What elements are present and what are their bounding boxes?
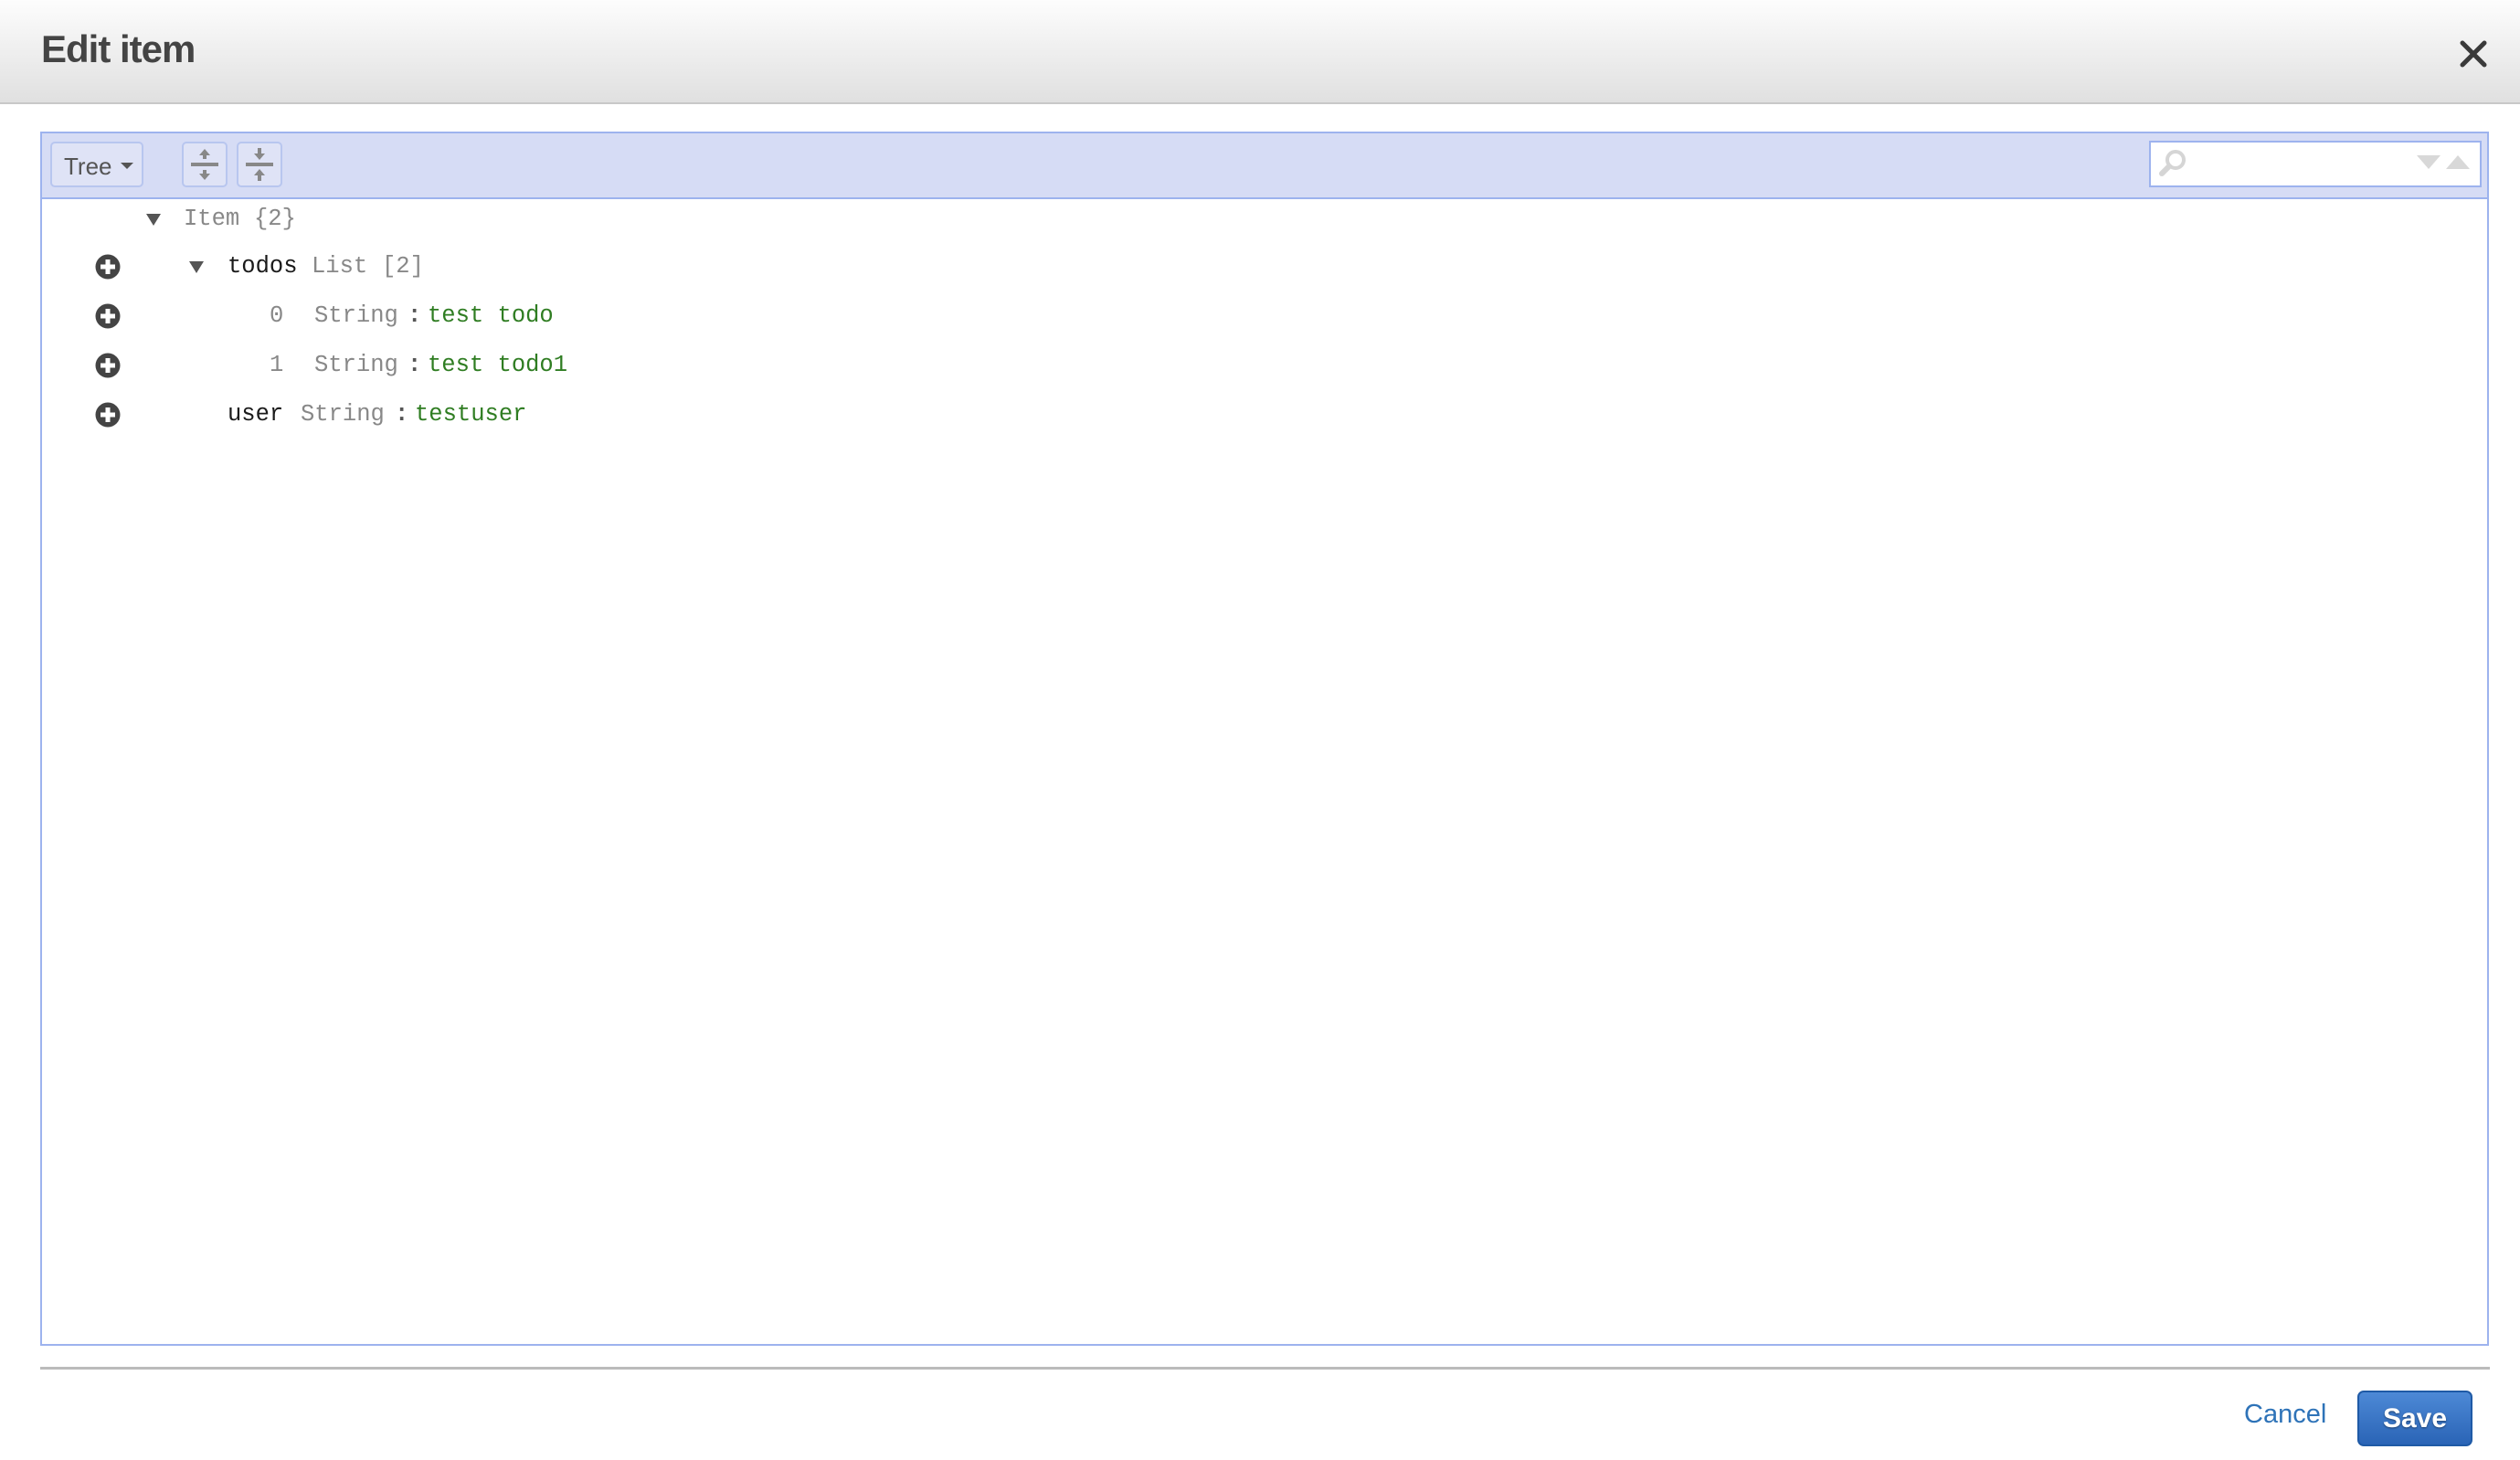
json-editor: Tree Item {2} todos List [2] 0 String: … xyxy=(40,132,2489,1346)
dialog-header: Edit item xyxy=(0,0,2520,104)
tree-row: 0 String : test todo xyxy=(42,292,2487,342)
save-button[interactable]: Save xyxy=(2357,1391,2472,1446)
field-type: List xyxy=(312,253,368,280)
root-count: {2} xyxy=(254,206,296,232)
tree-row: user String : testuser xyxy=(42,391,2487,440)
separator: : xyxy=(408,352,422,378)
tree-row-root: Item {2} xyxy=(42,196,2487,245)
expand-all-icon xyxy=(191,149,218,180)
tree-view: Item {2} todos List [2] 0 String : test … xyxy=(42,199,2487,1344)
search-input[interactable] xyxy=(2197,148,2410,181)
close-icon xyxy=(2460,40,2487,68)
collapse-all-button[interactable] xyxy=(237,142,282,187)
field-key[interactable]: todos xyxy=(228,253,298,280)
field-type: String xyxy=(314,302,398,329)
search-next-button[interactable] xyxy=(2416,152,2441,177)
triangle-up-icon xyxy=(2446,155,2470,169)
add-field-icon[interactable] xyxy=(95,353,121,378)
field-type: String xyxy=(314,352,398,378)
field-key[interactable]: user xyxy=(228,401,283,428)
field-value[interactable]: testuser xyxy=(415,401,526,428)
add-field-icon[interactable] xyxy=(95,402,121,428)
mode-label: Tree xyxy=(64,153,112,180)
separator: : xyxy=(408,302,422,329)
editor-toolbar: Tree xyxy=(42,133,2487,199)
collapse-all-icon xyxy=(246,148,273,181)
field-type: String xyxy=(301,401,385,428)
field-value[interactable]: test todo1 xyxy=(428,352,567,379)
triangle-down-icon xyxy=(2417,155,2441,169)
list-index: 1 xyxy=(270,352,284,378)
close-button[interactable] xyxy=(2458,38,2489,69)
chevron-down-icon xyxy=(121,163,133,169)
footer-divider xyxy=(40,1367,2490,1370)
tree-row: 1 String : test todo1 xyxy=(42,342,2487,391)
cancel-button[interactable]: Cancel xyxy=(2244,1400,2326,1430)
add-field-icon[interactable] xyxy=(95,254,121,280)
collapse-toggle-icon[interactable] xyxy=(146,214,161,226)
tree-row: todos List [2] xyxy=(42,243,2487,292)
search-box xyxy=(2149,141,2482,187)
mode-dropdown[interactable]: Tree xyxy=(50,142,143,187)
dialog-title: Edit item xyxy=(41,27,196,70)
search-icon xyxy=(2159,150,2186,176)
expand-all-button[interactable] xyxy=(182,142,228,187)
collapse-toggle-icon[interactable] xyxy=(189,261,204,273)
root-label: Item xyxy=(184,206,240,232)
list-index: 0 xyxy=(270,302,284,329)
field-value[interactable]: test todo xyxy=(428,302,554,330)
separator: : xyxy=(395,401,409,428)
add-field-icon[interactable] xyxy=(95,303,121,329)
field-count: [2] xyxy=(382,253,424,280)
search-previous-button[interactable] xyxy=(2445,152,2471,177)
